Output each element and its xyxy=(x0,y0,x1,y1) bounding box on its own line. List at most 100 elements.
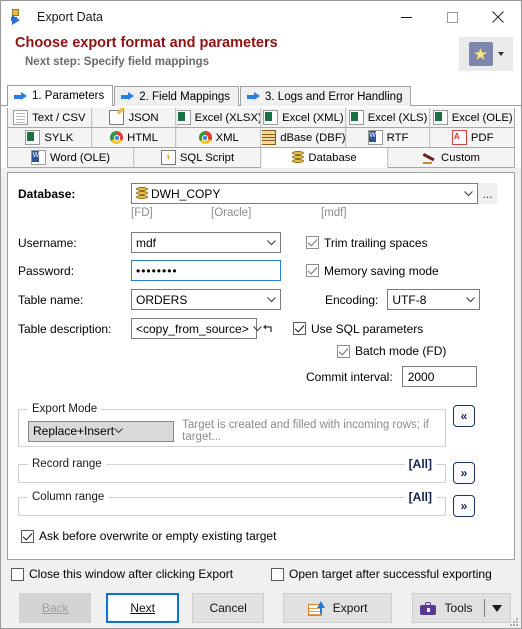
export-mode-row: Export Mode Replace+Insert Target is cre… xyxy=(18,403,504,447)
format-tab-pdf[interactable]: PDF xyxy=(430,128,516,147)
next-button-label: Next xyxy=(130,601,156,615)
memory-saving-mode-label: Memory saving mode xyxy=(324,263,439,278)
header-band: Choose export format and parameters Next… xyxy=(1,33,521,85)
column-range-group[interactable]: Column range [All] xyxy=(18,490,446,516)
favorites-button[interactable]: ★ xyxy=(459,37,513,71)
driver-label-fd: [FD] xyxy=(131,207,153,219)
format-tab-label: RTF xyxy=(386,131,409,144)
format-tab-excel-xlsx[interactable]: Excel (XLSX) xyxy=(176,108,262,127)
close-icon[interactable] xyxy=(475,1,521,33)
ask-before-overwrite-checkbox[interactable]: Ask before overwrite or empty existing t… xyxy=(21,529,276,543)
checkbox-box xyxy=(337,344,350,358)
database-value: DWH_COPY xyxy=(151,186,221,201)
username-label: Username: xyxy=(18,235,77,250)
double-chevron-right-icon[interactable]: » xyxy=(453,462,475,484)
cancel-button-label: Cancel xyxy=(209,601,247,615)
record-range-value: [All] xyxy=(404,457,436,471)
table-name-select[interactable]: ORDERS xyxy=(131,289,281,310)
format-tab-html[interactable]: HTML xyxy=(91,128,177,147)
close-window-checkbox[interactable]: Close this window after clicking Export xyxy=(11,567,271,581)
trim-trailing-spaces-label: Trim trailing spaces xyxy=(324,235,428,250)
encoding-label: Encoding: xyxy=(325,292,379,307)
tab-parameters-label: 1. Parameters xyxy=(32,90,105,102)
arrow-right-icon xyxy=(14,91,27,101)
export-mode-value: Replace+Insert xyxy=(33,424,115,438)
pencil-icon xyxy=(423,152,437,164)
format-tab-xml[interactable]: XML xyxy=(176,128,262,147)
tab-parameters[interactable]: 1. Parameters xyxy=(7,85,114,106)
format-tab-text-csv[interactable]: Text / CSV xyxy=(7,108,92,127)
use-sql-parameters-checkbox[interactable]: Use SQL parameters xyxy=(293,322,423,336)
format-tab-excel-xml[interactable]: Excel (XML) xyxy=(261,108,346,127)
format-tab-json[interactable]: JSON xyxy=(91,108,177,127)
tab-field-mappings[interactable]: 2. Field Mappings xyxy=(114,86,240,106)
chevron-down-icon[interactable] xyxy=(497,52,504,56)
double-chevron-left-icon[interactable]: « xyxy=(453,405,475,427)
sql-script-icon xyxy=(160,150,176,165)
database-icon xyxy=(136,187,148,200)
record-range-group[interactable]: Record range [All] xyxy=(18,457,446,483)
excel-icon xyxy=(263,110,279,125)
export-mode-select[interactable]: Replace+Insert xyxy=(28,420,175,442)
json-icon xyxy=(109,110,125,125)
trim-trailing-spaces-checkbox[interactable]: Trim trailing spaces xyxy=(306,236,428,250)
excel-icon xyxy=(177,110,191,125)
double-chevron-right-icon[interactable]: » xyxy=(453,495,475,517)
format-tab-row-2: SYLK HTML XML dBase (DBF) RTF PDF xyxy=(7,128,516,148)
minimize-icon[interactable] xyxy=(383,1,429,33)
chevron-down-icon[interactable] xyxy=(462,296,479,303)
commit-interval-field[interactable]: 2000 xyxy=(401,366,477,387)
export-button[interactable]: Export xyxy=(283,593,392,623)
batch-mode-label: Batch mode (FD) xyxy=(355,344,447,358)
arrow-right-icon xyxy=(247,92,261,101)
database-browse-button[interactable]: ... xyxy=(478,183,497,204)
table-name-value: ORDERS xyxy=(136,292,188,307)
resize-grip[interactable] xyxy=(508,616,518,626)
format-tab-label: dBase (DBF) xyxy=(280,131,346,144)
next-button[interactable]: Next xyxy=(106,593,179,623)
window-title: Export Data xyxy=(37,10,104,24)
tab-logs-label: 3. Logs and Error Handling xyxy=(265,90,403,103)
tools-button-label: Tools xyxy=(444,601,473,615)
use-sql-parameters-label: Use SQL parameters xyxy=(311,321,424,336)
password-field[interactable]: •••••••• xyxy=(131,260,281,281)
format-tab-sql-script[interactable]: SQL Script xyxy=(134,148,261,167)
chevron-down-icon[interactable] xyxy=(263,296,280,303)
back-button[interactable]: Back xyxy=(19,593,92,623)
format-tab-word-ole[interactable]: Word (OLE) xyxy=(7,148,134,167)
format-tab-custom[interactable]: Custom xyxy=(388,148,515,167)
checkbox-box xyxy=(271,567,284,581)
format-tab-label: XML xyxy=(215,131,239,144)
maximize-icon[interactable] xyxy=(429,1,475,33)
memory-saving-mode-checkbox[interactable]: Memory saving mode xyxy=(306,264,439,278)
driver-label-oracle: [Oracle] xyxy=(211,207,252,219)
step-tabs: 1. Parameters 2. Field Mappings 3. Logs … xyxy=(1,85,521,106)
format-tab-row-1: Text / CSV JSON Excel (XLSX) Excel (XML)… xyxy=(7,108,516,128)
format-tab-database[interactable]: Database xyxy=(261,148,388,168)
table-description-select[interactable]: <copy_from_source> xyxy=(131,318,262,339)
chevron-down-icon[interactable] xyxy=(460,190,477,197)
export-mode-caption: Export Mode xyxy=(28,403,102,415)
format-tab-label: PDF xyxy=(470,131,494,144)
tools-dropdown-arrow[interactable] xyxy=(484,599,503,617)
format-tab-dbase-dbf[interactable]: dBase (DBF) xyxy=(261,128,346,147)
batch-mode-checkbox[interactable]: Batch mode (FD) xyxy=(337,344,446,358)
toolbox-icon xyxy=(420,601,437,615)
format-tab-excel-ole[interactable]: Excel (OLE) xyxy=(430,108,516,127)
database-select[interactable]: DWH_COPY xyxy=(131,183,478,204)
tab-logs-and-error-handling[interactable]: 3. Logs and Error Handling xyxy=(240,86,412,106)
chevron-down-icon[interactable] xyxy=(114,428,123,434)
chevron-down-icon[interactable] xyxy=(249,325,266,332)
open-target-checkbox[interactable]: Open target after successful exporting xyxy=(271,567,492,581)
encoding-select[interactable]: UTF-8 xyxy=(387,289,481,310)
format-tab-sylk[interactable]: SYLK xyxy=(7,128,92,147)
tools-button[interactable]: Tools xyxy=(411,593,511,623)
username-select[interactable]: mdf xyxy=(131,232,281,253)
excel-icon xyxy=(432,110,448,125)
format-tab-excel-xls[interactable]: Excel (XLS) xyxy=(345,108,431,127)
cancel-button[interactable]: Cancel xyxy=(191,593,265,623)
chevron-down-icon[interactable] xyxy=(263,239,280,246)
format-tab-rtf[interactable]: RTF xyxy=(345,128,431,147)
database-parameters-panel: Database: DWH_COPY ... [FD] [Oracle] [md… xyxy=(7,172,515,560)
table-name-row: Table name: ORDERS Encoding: UTF-8 xyxy=(18,289,504,310)
